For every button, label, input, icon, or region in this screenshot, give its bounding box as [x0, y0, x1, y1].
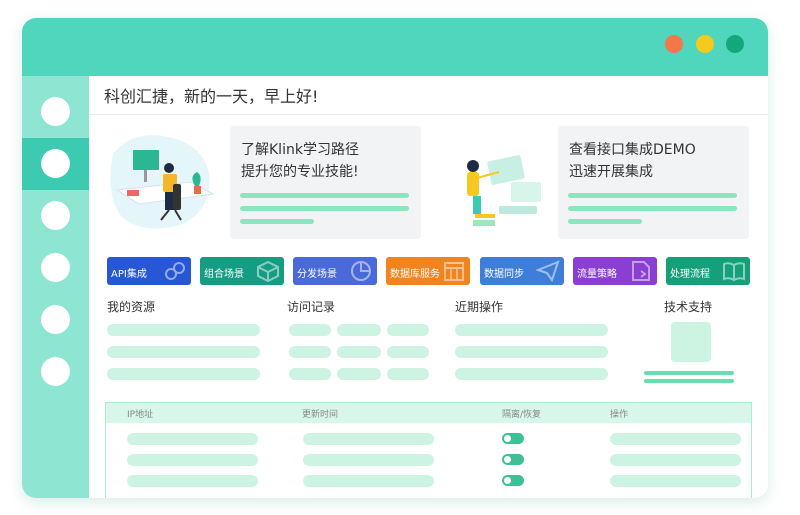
cube-icon — [257, 260, 279, 282]
tile-label: API集成 — [111, 269, 147, 280]
resource-placeholder — [107, 346, 260, 358]
integration-demo-title: 查看接口集成DEMO — [569, 142, 696, 158]
tile-label: 处理流程 — [670, 269, 710, 280]
section-recent-operations: 近期操作 — [455, 300, 504, 314]
table-header: IP地址 更新时间 隔离/恢复 操作 — [106, 403, 751, 423]
header-isolate-restore: 隔离/恢复 — [502, 410, 542, 420]
book-icon — [723, 262, 745, 282]
document-icon — [632, 261, 650, 281]
integration-demo-illustration — [467, 155, 541, 226]
visit-placeholder — [337, 368, 381, 380]
window-dot-yellow[interactable] — [696, 35, 714, 53]
support-avatar-placeholder — [671, 322, 711, 362]
tile-data-sync[interactable]: 数据同步 — [480, 257, 564, 285]
window-dot-orange[interactable] — [665, 35, 683, 53]
resource-placeholder — [107, 368, 260, 380]
isolate-toggle[interactable] — [502, 475, 524, 486]
tile-label: 数据库服务 — [390, 269, 440, 280]
section-tech-support[interactable]: 技术支持 — [664, 298, 712, 315]
main-content: 科创汇捷，新的一天，早上好! 了解Klink学习路径 提升您的专业技能! 查看接… — [89, 76, 768, 498]
send-icon — [536, 260, 560, 282]
sidebar-item-6[interactable] — [41, 357, 70, 386]
operation-placeholder — [455, 368, 608, 380]
visit-placeholder — [387, 368, 429, 380]
visit-placeholder — [289, 346, 331, 358]
calendar-icon — [444, 262, 464, 281]
title-bar — [22, 18, 768, 76]
visit-placeholder — [289, 368, 331, 380]
visit-placeholder — [337, 324, 381, 336]
tile-database-service[interactable]: 数据库服务 — [386, 257, 470, 285]
operation-placeholder — [455, 346, 608, 358]
desk-worker-illustration — [110, 135, 215, 229]
isolate-toggle[interactable] — [502, 454, 524, 465]
pie-chart-icon — [351, 261, 371, 281]
sidebar-item-3[interactable] — [41, 201, 70, 230]
sidebar-item-1[interactable] — [41, 97, 70, 126]
tile-label: 数据同步 — [484, 269, 524, 280]
learning-path-subtitle: 提升您的专业技能! — [241, 164, 359, 180]
integration-demo-subtitle: 迅速开展集成 — [569, 164, 653, 180]
resource-placeholder — [107, 324, 260, 336]
isolate-toggle[interactable] — [502, 433, 524, 444]
header-divider — [89, 114, 768, 115]
learning-path-title: 了解Klink学习路径 — [241, 142, 359, 158]
tile-distribution-scenario[interactable]: 分发场景 — [293, 257, 377, 285]
support-bar — [644, 379, 734, 383]
tile-label: 流量策略 — [577, 269, 617, 280]
operation-placeholder — [455, 324, 608, 336]
visit-placeholder — [337, 346, 381, 358]
tile-traffic-strategy[interactable]: 流量策略 — [573, 257, 657, 285]
link-icon — [165, 262, 185, 280]
learning-path-card[interactable]: 了解Klink学习路径 提升您的专业技能! — [230, 126, 421, 239]
tile-processing-flow[interactable]: 处理流程 — [666, 257, 750, 285]
header-update-time: 更新时间 — [302, 410, 339, 420]
visit-placeholder — [387, 346, 429, 358]
app-window: 科创汇捷，新的一天，早上好! 了解Klink学习路径 提升您的专业技能! 查看接… — [22, 18, 768, 498]
sidebar-item-2[interactable] — [41, 149, 70, 178]
sidebar-item-4[interactable] — [41, 253, 70, 282]
window-dot-green[interactable] — [726, 35, 744, 53]
section-visit-records: 访问记录 — [287, 300, 336, 314]
tile-label: 组合场景 — [204, 269, 244, 280]
sidebar-item-5[interactable] — [41, 305, 70, 334]
header-actions: 操作 — [610, 410, 629, 420]
section-my-resources: 我的资源 — [107, 300, 156, 314]
integration-demo-card[interactable]: 查看接口集成DEMO 迅速开展集成 — [558, 126, 749, 239]
tile-api-integration[interactable]: API集成 — [107, 257, 191, 285]
tile-label: 分发场景 — [297, 269, 337, 280]
greeting-text: 科创汇捷，新的一天，早上好! — [104, 87, 319, 106]
tile-combined-scenario[interactable]: 组合场景 — [200, 257, 284, 285]
sidebar — [22, 76, 89, 498]
header-ip-address: IP地址 — [127, 410, 154, 420]
support-bar — [644, 371, 734, 375]
ip-table: IP地址 更新时间 隔离/恢复 操作 — [105, 402, 752, 498]
visit-placeholder — [289, 324, 331, 336]
visit-placeholder — [387, 324, 429, 336]
